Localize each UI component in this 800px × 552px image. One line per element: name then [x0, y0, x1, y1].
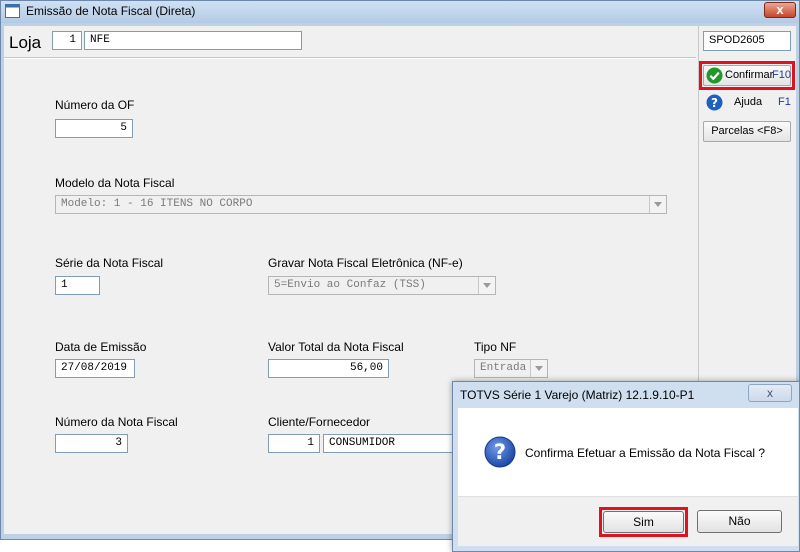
- dialog-close-button[interactable]: x: [748, 384, 792, 402]
- serie-field[interactable]: 1: [55, 276, 100, 295]
- modelo-value: Modelo: 1 - 16 ITENS NO CORPO: [61, 198, 253, 210]
- station-field: SPOD2605: [703, 31, 791, 51]
- valor-total-field[interactable]: 56,00: [268, 359, 389, 378]
- tipo-nf-select[interactable]: Entrada: [474, 359, 548, 378]
- loja-name-field[interactable]: NFE: [84, 31, 302, 50]
- help-icon: ?: [706, 94, 723, 111]
- cliente-name-field[interactable]: CONSUMIDOR: [323, 434, 458, 453]
- ajuda-shortcut: F1: [778, 96, 791, 108]
- dialog-title: TOTVS Série 1 Varejo (Matriz) 12.1.9.10-…: [460, 388, 695, 402]
- valor-total-label: Valor Total da Nota Fiscal: [268, 340, 404, 354]
- loja-label: Loja: [9, 33, 42, 52]
- modelo-label: Modelo da Nota Fiscal: [55, 176, 175, 190]
- confirmar-label: Confirmar: [725, 69, 774, 81]
- modelo-select[interactable]: Modelo: 1 - 16 ITENS NO CORPO: [55, 195, 667, 214]
- numero-of-field[interactable]: 5: [55, 119, 133, 138]
- ajuda-button[interactable]: ? Ajuda F1: [703, 93, 791, 113]
- cliente-code-field[interactable]: 1: [268, 434, 320, 453]
- gravar-label: Gravar Nota Fiscal Eletrônica (NF-e): [268, 256, 463, 270]
- window-title: Emissão de Nota Fiscal (Direta): [26, 4, 196, 18]
- numero-nf-field[interactable]: 3: [55, 434, 128, 453]
- parcelas-button[interactable]: Parcelas <F8>: [703, 121, 791, 142]
- chevron-down-icon[interactable]: [530, 360, 547, 377]
- tipo-nf-label: Tipo NF: [474, 340, 517, 354]
- serie-label: Série da Nota Fiscal: [55, 256, 164, 270]
- confirmar-shortcut: F10: [772, 69, 791, 81]
- tipo-nf-value: Entrada: [480, 362, 527, 374]
- gravar-select[interactable]: 5=Envio ao Confaz (TSS): [268, 276, 496, 295]
- window-close-button[interactable]: x: [764, 2, 796, 18]
- loja-code-field[interactable]: 1: [52, 31, 82, 50]
- app-window-icon: [5, 4, 20, 18]
- yes-button[interactable]: Sim: [603, 511, 684, 533]
- data-emissao-label: Data de Emissão: [55, 340, 147, 354]
- question-icon: ?: [484, 436, 516, 468]
- data-emissao-field[interactable]: 27/08/2019: [55, 359, 135, 378]
- confirmar-button[interactable]: Confirmar F10: [703, 65, 791, 86]
- chevron-down-icon[interactable]: [478, 277, 495, 294]
- gravar-value: 5=Envio ao Confaz (TSS): [274, 279, 426, 291]
- numero-of-label: Número da OF: [55, 98, 135, 112]
- cliente-label: Cliente/Fornecedor: [268, 415, 371, 429]
- dialog-message: Confirma Efetuar a Emissão da Nota Fisca…: [525, 446, 766, 460]
- svg-text:?: ?: [711, 96, 718, 110]
- check-circle-icon: [706, 67, 723, 84]
- svg-text:?: ?: [494, 440, 506, 464]
- chevron-down-icon[interactable]: [649, 196, 666, 213]
- numero-nf-label: Número da Nota Fiscal: [55, 415, 178, 429]
- ajuda-label: Ajuda: [734, 96, 763, 108]
- no-button[interactable]: Não: [697, 510, 782, 533]
